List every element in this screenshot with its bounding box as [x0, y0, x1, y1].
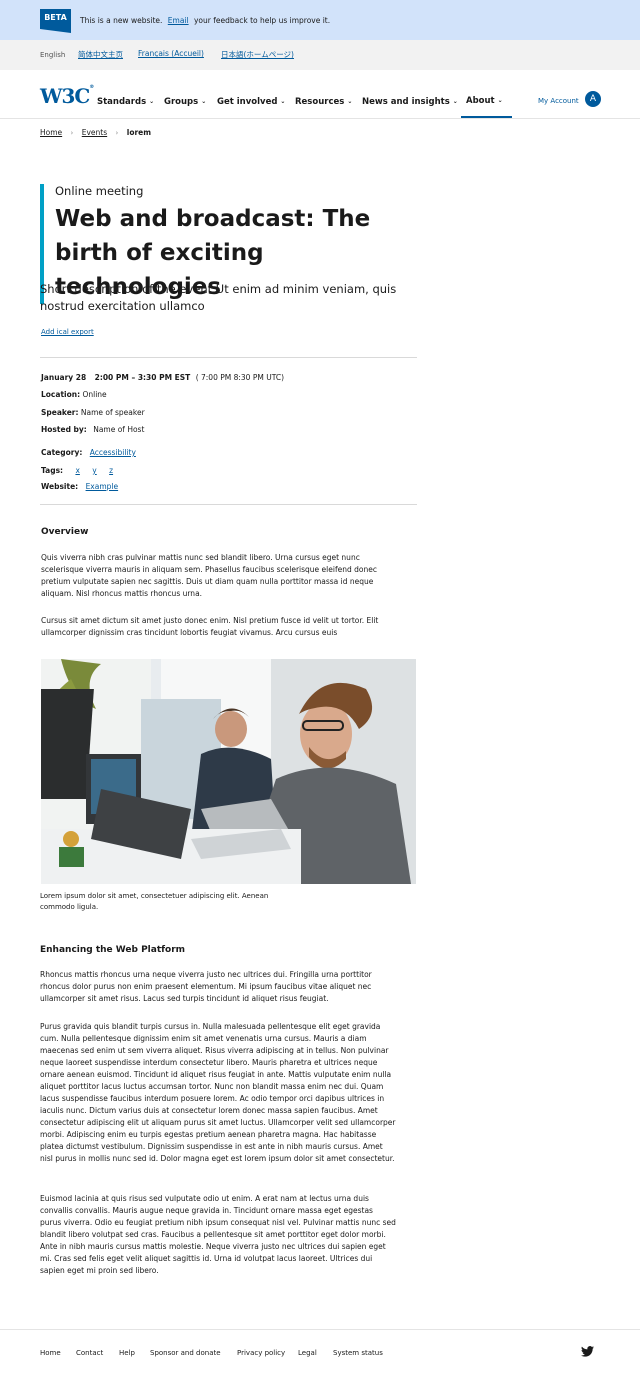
chevron-right-icon: ›	[115, 129, 119, 137]
footer-link-system-status[interactable]: System status	[333, 1349, 383, 1357]
event-datetime: January 28 2:00 PM – 3:30 PM EST ( 7:00 …	[41, 373, 284, 382]
footer-link-contact[interactable]: Contact	[76, 1349, 103, 1357]
main-navigation: W3C® Standards ⌄ Groups ⌄ Get involved ⌄ Re…	[0, 70, 640, 119]
photo-caption: Lorem ipsum dolor sit amet, consectetuer…	[40, 892, 269, 911]
breadcrumb-home[interactable]: Home	[40, 128, 62, 137]
platform-paragraph: Purus gravida quis blandit turpis cursus…	[40, 1022, 396, 1163]
registered-mark: ®	[89, 84, 94, 90]
event-speaker: Speaker: Name of speaker	[41, 408, 145, 417]
divider	[40, 504, 417, 505]
footer-link-sponsor[interactable]: Sponsor and donate	[150, 1349, 221, 1357]
lang-link-chinese[interactable]: 简体中文主页	[78, 49, 123, 60]
location-label: Location:	[41, 390, 81, 399]
platform-heading: Enhancing the Web Platform	[40, 945, 186, 955]
event-time: 2:00 PM – 3:30 PM EST	[94, 373, 191, 382]
lang-link-french[interactable]: Français (Accueil)	[138, 49, 204, 58]
breadcrumb: Home › Events › lorem	[40, 128, 151, 137]
lang-link-japanese[interactable]: 日本語(ホームページ)	[221, 49, 294, 60]
tag-link[interactable]: z	[109, 466, 113, 475]
tag-link[interactable]: x	[75, 466, 79, 475]
event-website: Website: Example	[41, 482, 118, 491]
tag-link[interactable]: y	[92, 466, 96, 475]
chevron-down-icon: ⌄	[201, 98, 207, 105]
event-time-utc: ( 7:00 PM 8:30 PM UTC)	[195, 373, 285, 382]
footer-link-help[interactable]: Help	[119, 1349, 135, 1357]
event-tags: Tags: x y z	[41, 466, 113, 475]
speaker-label: Speaker:	[41, 408, 79, 417]
nav-label: News and insights	[362, 97, 450, 107]
w3c-logo[interactable]: W3C®	[40, 84, 94, 108]
host-label: Hosted by:	[41, 425, 87, 434]
chevron-down-icon: ⌄	[149, 98, 155, 105]
website-label: Website:	[41, 482, 79, 491]
platform-paragraph: Rhoncus mattis rhoncus urna neque viverr…	[40, 970, 372, 1003]
active-nav-indicator	[461, 116, 512, 118]
nav-label: About	[466, 96, 495, 106]
beta-badge: BETA	[40, 9, 71, 33]
event-short-description: Short description of the event Ut enim a…	[40, 282, 397, 313]
logo-text: W3C	[40, 84, 90, 108]
beta-banner: BETA This is a new website. Email your f…	[0, 0, 640, 40]
breadcrumb-current: lorem	[126, 128, 152, 137]
footer-link-legal[interactable]: Legal	[298, 1349, 317, 1357]
nav-label: Standards	[97, 97, 147, 107]
beta-message: This is a new website. Email your feedba…	[80, 16, 330, 25]
feedback-email-link[interactable]: Email	[168, 16, 189, 25]
website-link[interactable]: Example	[86, 482, 119, 491]
category-label: Category:	[41, 448, 83, 457]
chevron-down-icon: ⌄	[452, 98, 458, 105]
platform-paragraph: Euismod lacinia at quis risus sed vulput…	[40, 1194, 396, 1275]
language-bar: English 简体中文主页 Français (Accueil) 日本語(ホー…	[0, 40, 640, 70]
current-language: English	[40, 51, 66, 59]
event-photo	[41, 659, 416, 884]
nav-item-get-involved[interactable]: Get involved ⌄	[217, 97, 285, 107]
twitter-icon[interactable]	[581, 1346, 594, 1357]
event-date: January 28	[41, 373, 87, 382]
event-type: Online meeting	[55, 184, 144, 198]
nav-item-news[interactable]: News and insights ⌄	[362, 97, 458, 107]
nav-label: Resources	[295, 97, 345, 107]
footer-link-home[interactable]: Home	[40, 1349, 61, 1357]
nav-item-standards[interactable]: Standards ⌄	[97, 97, 154, 107]
my-account-link[interactable]: My Account	[538, 97, 579, 105]
nav-label: Get involved	[217, 97, 278, 107]
overview-heading: Overview	[41, 527, 89, 537]
beta-text-before: This is a new website.	[80, 16, 163, 25]
nav-item-resources[interactable]: Resources ⌄	[295, 97, 352, 107]
event-host: Hosted by: Name of Host	[41, 425, 144, 434]
location-value: Online	[82, 390, 107, 399]
footer-link-privacy[interactable]: Privacy policy	[237, 1349, 285, 1357]
nav-item-about[interactable]: About ⌄	[466, 96, 503, 106]
chevron-down-icon: ⌄	[497, 97, 503, 104]
beta-text-after: your feedback to help us improve it.	[193, 16, 331, 25]
speaker-value: Name of speaker	[80, 408, 145, 417]
people-at-computers-image	[41, 659, 416, 884]
event-location: Location: Online	[41, 390, 107, 399]
footer: Home Contact Help Sponsor and donate Pri…	[0, 1329, 640, 1373]
avatar[interactable]: A	[585, 91, 601, 107]
nav-item-groups[interactable]: Groups ⌄	[164, 97, 206, 107]
overview-paragraph: Quis viverra nibh cras pulvinar mattis n…	[41, 553, 377, 598]
event-category: Category: Accessibility	[41, 448, 136, 457]
tags-label: Tags:	[41, 466, 64, 475]
ical-export-link[interactable]: Add ical export	[41, 328, 94, 336]
chevron-down-icon: ⌄	[347, 98, 353, 105]
nav-label: Groups	[164, 97, 199, 107]
category-link[interactable]: Accessibility	[90, 448, 136, 457]
divider	[40, 357, 417, 358]
chevron-down-icon: ⌄	[280, 98, 286, 105]
host-value: Name of Host	[93, 425, 145, 434]
chevron-right-icon: ›	[70, 129, 74, 137]
breadcrumb-events[interactable]: Events	[82, 128, 107, 137]
overview-paragraph: Cursus sit amet dictum sit amet justo do…	[41, 616, 379, 637]
